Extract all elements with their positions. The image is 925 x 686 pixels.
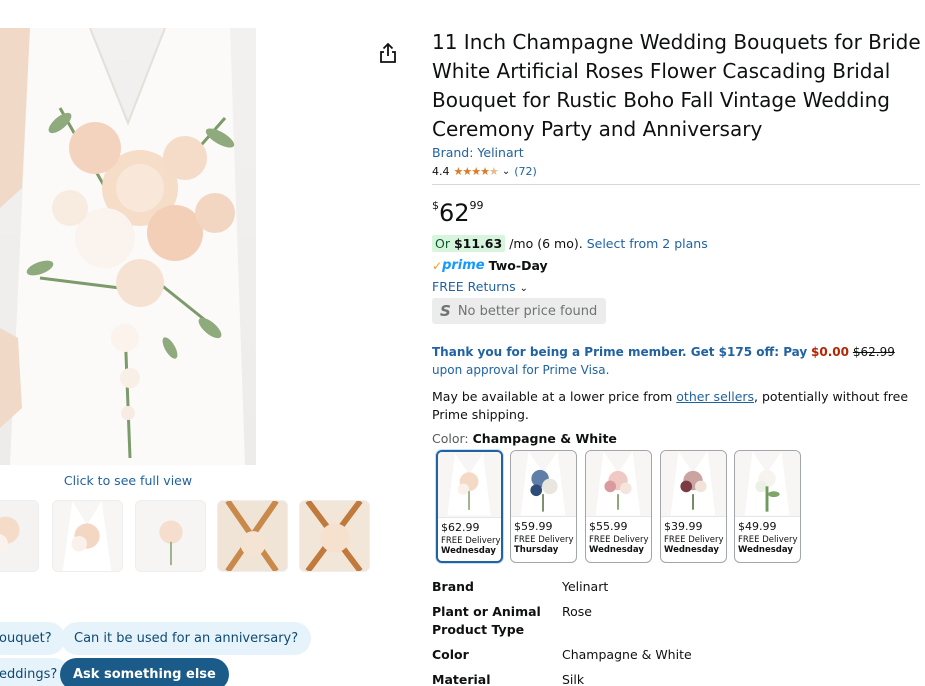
- thumbnail-2[interactable]: [52, 500, 123, 572]
- other-sellers-note: May be available at a lower price from o…: [432, 388, 912, 424]
- option-price: $55.99: [589, 520, 628, 533]
- option-price: $62.99: [441, 521, 480, 534]
- color-option-5[interactable]: $49.99 FREE Delivery Wednesday: [734, 450, 801, 563]
- color-option-image: [511, 451, 576, 517]
- chevron-down-icon[interactable]: ⌄: [502, 166, 510, 177]
- price-fraction: 99: [469, 199, 484, 212]
- product-title: 11 Inch Champagne Wedding Bouquets for B…: [432, 30, 921, 141]
- price-tracker-text: No better price found: [457, 303, 598, 319]
- option-delivery-day: Wednesday: [441, 546, 496, 556]
- thumbnail-1[interactable]: [0, 500, 39, 572]
- installment-row: Or $11.63 /mo (6 mo). Select from 2 plan…: [432, 235, 708, 252]
- color-option-image: [735, 451, 800, 517]
- thumbnail-5[interactable]: [299, 500, 370, 572]
- prime-offer-pay-amount: $0.00: [811, 345, 850, 359]
- spec-value: Rose: [562, 604, 592, 619]
- prime-logo: prime: [442, 258, 485, 273]
- color-option-1[interactable]: $62.99 FREE Delivery Wednesday: [436, 450, 503, 563]
- thumbnail-4[interactable]: [217, 500, 288, 572]
- option-delivery-day: Wednesday: [589, 545, 644, 555]
- option-price: $39.99: [664, 520, 703, 533]
- spec-key: Brand: [432, 579, 474, 594]
- ai-question-chip-2[interactable]: Can it be used for an anniversary?: [61, 622, 312, 655]
- color-option-image: [661, 451, 726, 517]
- installment-highlight: Or $11.63: [432, 235, 506, 252]
- color-option-4[interactable]: $39.99 FREE Delivery Wednesday: [660, 450, 727, 563]
- main-product-image[interactable]: [0, 28, 256, 465]
- spec-row: Brand Yelinart: [432, 578, 912, 596]
- rating-value: 4.4: [432, 165, 450, 178]
- price-symbol: $: [432, 199, 439, 212]
- installment-prefix: Or: [435, 236, 450, 251]
- share-icon[interactable]: [378, 42, 398, 64]
- installment-amount: $11.63: [453, 236, 503, 251]
- other-sellers-text: May be available at a lower price from: [432, 389, 673, 404]
- spec-key: Material: [432, 672, 491, 686]
- option-delivery: FREE Delivery: [441, 536, 501, 546]
- other-sellers-link[interactable]: other sellers: [676, 389, 754, 404]
- option-delivery-day: Thursday: [514, 545, 559, 555]
- spec-key: Color: [432, 647, 469, 662]
- spec-value: Champagne & White: [562, 647, 692, 662]
- divider: [432, 184, 920, 185]
- spec-value: Yelinart: [562, 579, 609, 594]
- star-rating-icon[interactable]: ★ ★ ★ ★ ★: [454, 165, 499, 178]
- selected-color: Champagne & White: [472, 431, 617, 446]
- ask-something-else-button[interactable]: Ask something else: [60, 658, 229, 686]
- prime-offer-text: Thank you for being a Prime member. Get …: [432, 345, 808, 359]
- spec-value: Silk: [562, 672, 585, 686]
- prime-offer-text-b: upon approval for Prime Visa.: [432, 363, 610, 377]
- option-price: $49.99: [738, 520, 777, 533]
- spec-key: Plant or Animal Product Type: [432, 604, 541, 637]
- spec-row: Color Champagne & White: [432, 646, 912, 664]
- option-delivery: FREE Delivery: [589, 535, 649, 545]
- price-tracker-badge[interactable]: S No better price found: [432, 298, 606, 324]
- option-delivery-day: Wednesday: [664, 545, 719, 555]
- spec-row: Plant or Animal Product Type Rose: [432, 603, 912, 639]
- option-price: $59.99: [514, 520, 553, 533]
- free-returns-label: FREE Returns: [432, 279, 516, 294]
- rating-count-link[interactable]: (72): [514, 165, 537, 178]
- bouquet-illustration: [0, 28, 245, 465]
- brand-link[interactable]: Brand: Yelinart: [432, 145, 524, 160]
- color-option-2[interactable]: $59.99 FREE Delivery Thursday: [510, 450, 577, 563]
- chevron-down-icon: ⌄: [519, 283, 529, 294]
- prime-delivery-label: Two-Day: [488, 258, 548, 273]
- price-tracker-icon: S: [440, 302, 451, 320]
- option-delivery-day: Wednesday: [738, 545, 793, 555]
- click-full-view-link[interactable]: Click to see full view: [0, 473, 256, 488]
- prime-visa-offer[interactable]: Thank you for being a Prime member. Get …: [432, 343, 912, 379]
- prime-delivery-row: ✓ prime Two-Day: [432, 258, 548, 273]
- ai-question-chip-1[interactable]: ouquet?: [0, 622, 65, 655]
- select-plans-link[interactable]: Select from 2 plans: [587, 236, 708, 251]
- color-option-image: [438, 452, 501, 518]
- color-label: Color: Champagne & White: [432, 431, 617, 446]
- option-delivery: FREE Delivery: [738, 535, 798, 545]
- installment-suffix: /mo (6 mo).: [509, 236, 583, 251]
- color-label-prefix: Color:: [432, 431, 469, 446]
- prime-check-icon: ✓: [432, 258, 443, 273]
- prime-offer-old-price: $62.99: [852, 345, 895, 359]
- free-returns-link[interactable]: FREE Returns ⌄: [432, 279, 528, 294]
- spec-row: Material Silk: [432, 671, 912, 686]
- rating-row: 4.4 ★ ★ ★ ★ ★ ⌄ (72): [432, 165, 537, 178]
- price-whole: 62: [439, 199, 470, 227]
- color-option-image: [586, 451, 651, 517]
- price: $6299: [432, 199, 484, 227]
- product-specs-table: Brand Yelinart Plant or Animal Product T…: [432, 578, 912, 686]
- option-delivery: FREE Delivery: [514, 535, 574, 545]
- thumbnail-3[interactable]: [135, 500, 206, 572]
- option-delivery: FREE Delivery: [664, 535, 724, 545]
- color-option-3[interactable]: $55.99 FREE Delivery Wednesday: [585, 450, 652, 563]
